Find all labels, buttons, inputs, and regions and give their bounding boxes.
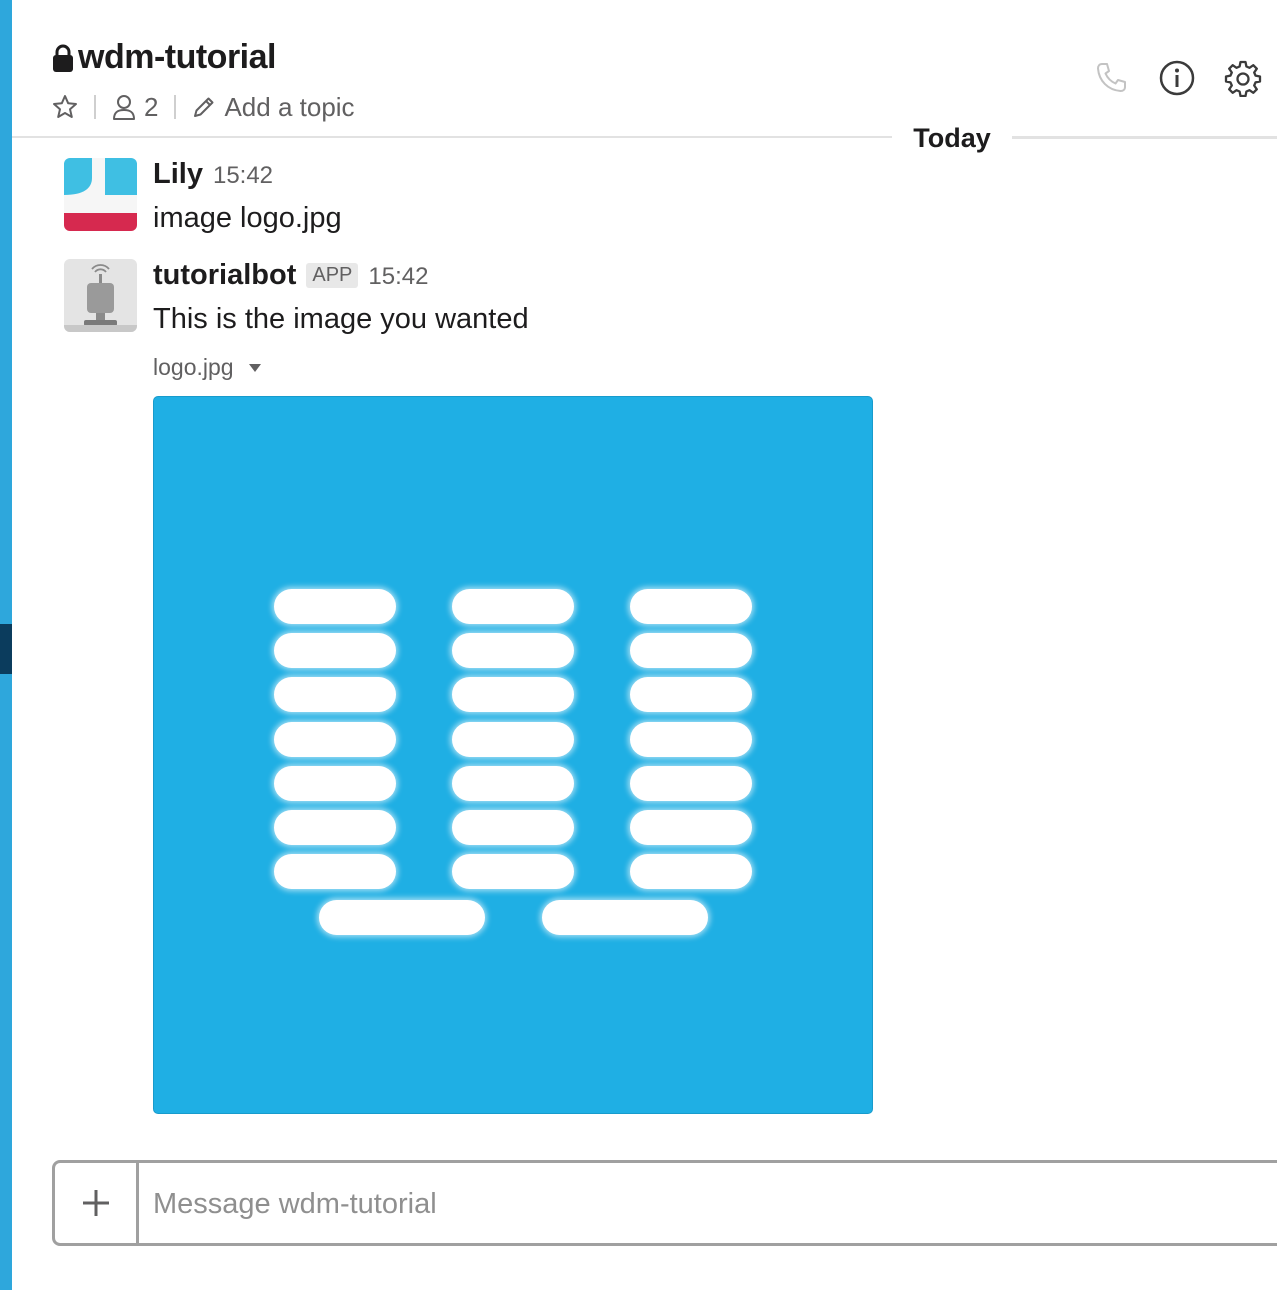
- logo-pill-shape: [274, 633, 396, 668]
- logo-pill-shape: [630, 722, 752, 757]
- logo-pill-shape: [630, 633, 752, 668]
- info-icon: [1159, 60, 1195, 96]
- meta-divider: [174, 95, 177, 119]
- message-input[interactable]: [153, 1183, 1153, 1225]
- logo-pill-shape: [319, 900, 485, 935]
- channel-meta: 2 Add a topic: [52, 88, 355, 126]
- image-attachment[interactable]: [153, 396, 873, 1114]
- logo-pill-shape: [452, 633, 574, 668]
- channel-name[interactable]: wdm-tutorial: [52, 38, 276, 77]
- settings-button[interactable]: [1221, 56, 1265, 100]
- attachment-file-name[interactable]: logo.jpg: [153, 354, 262, 381]
- logo-pill-shape: [452, 677, 574, 712]
- member-count: 2: [144, 91, 159, 122]
- message-header: tutorialbot APP 15:42: [153, 259, 428, 292]
- logo-pill-shape: [274, 677, 396, 712]
- member-count-button[interactable]: 2: [112, 92, 158, 123]
- robot-avatar-icon: [64, 259, 137, 332]
- call-button[interactable]: [1089, 56, 1133, 100]
- add-topic-button[interactable]: Add a topic: [192, 91, 355, 123]
- logo-pill-shape: [274, 722, 396, 757]
- channel-details-button[interactable]: [1155, 56, 1199, 100]
- day-divider: Today: [892, 118, 1012, 158]
- message-composer: [52, 1160, 1277, 1246]
- sender-name[interactable]: Lily: [153, 158, 203, 191]
- logo-pill-shape: [274, 810, 396, 845]
- logo-pill-shape: [274, 766, 396, 801]
- meta-divider: [94, 95, 96, 119]
- logo-pill-shape: [630, 589, 752, 624]
- logo-pill-shape: [274, 854, 396, 889]
- add-attachment-button[interactable]: [55, 1163, 139, 1243]
- logo-pill-shape: [542, 900, 708, 935]
- sender-name[interactable]: tutorialbot: [153, 259, 296, 292]
- person-icon: [113, 95, 135, 120]
- logo-pill-shape: [452, 854, 574, 889]
- gear-icon: [1224, 60, 1262, 97]
- phone-icon: [1097, 63, 1126, 92]
- plus-icon: [82, 1190, 109, 1216]
- lock-icon: [53, 44, 73, 72]
- channel-header: wdm-tutorial 2 Add a topic: [12, 0, 1277, 138]
- avatar[interactable]: [64, 259, 137, 332]
- logo-pill-shape: [452, 766, 574, 801]
- pencil-icon: [194, 97, 214, 117]
- file-name-label: logo.jpg: [153, 354, 234, 380]
- star-icon[interactable]: [52, 94, 78, 120]
- logo-pill-shape: [630, 854, 752, 889]
- logo-pill-shape: [274, 589, 396, 624]
- day-divider-rule: [1012, 137, 1277, 139]
- timestamp[interactable]: 15:42: [213, 162, 273, 190]
- logo-pill-shape: [452, 810, 574, 845]
- app-badge: APP: [306, 263, 359, 288]
- avatar[interactable]: [64, 158, 137, 231]
- logo-pill-shape: [630, 766, 752, 801]
- message-text: image logo.jpg: [153, 202, 342, 234]
- header-actions: [1067, 56, 1265, 100]
- add-topic-label: Add a topic: [224, 91, 355, 122]
- sidebar-selected-marker: [0, 624, 12, 674]
- caret-down-icon: [248, 363, 261, 372]
- logo-image: [154, 397, 872, 1113]
- logo-pill-shape: [452, 589, 574, 624]
- message-header: Lily 15:42: [153, 158, 273, 191]
- avatar-image: [64, 158, 137, 231]
- logo-pill-shape: [452, 722, 574, 757]
- timestamp[interactable]: 15:42: [368, 263, 428, 291]
- channel-title: wdm-tutorial: [78, 38, 276, 76]
- logo-pill-shape: [630, 677, 752, 712]
- logo-pill-shape: [630, 810, 752, 845]
- message-text: This is the image you wanted: [153, 303, 529, 335]
